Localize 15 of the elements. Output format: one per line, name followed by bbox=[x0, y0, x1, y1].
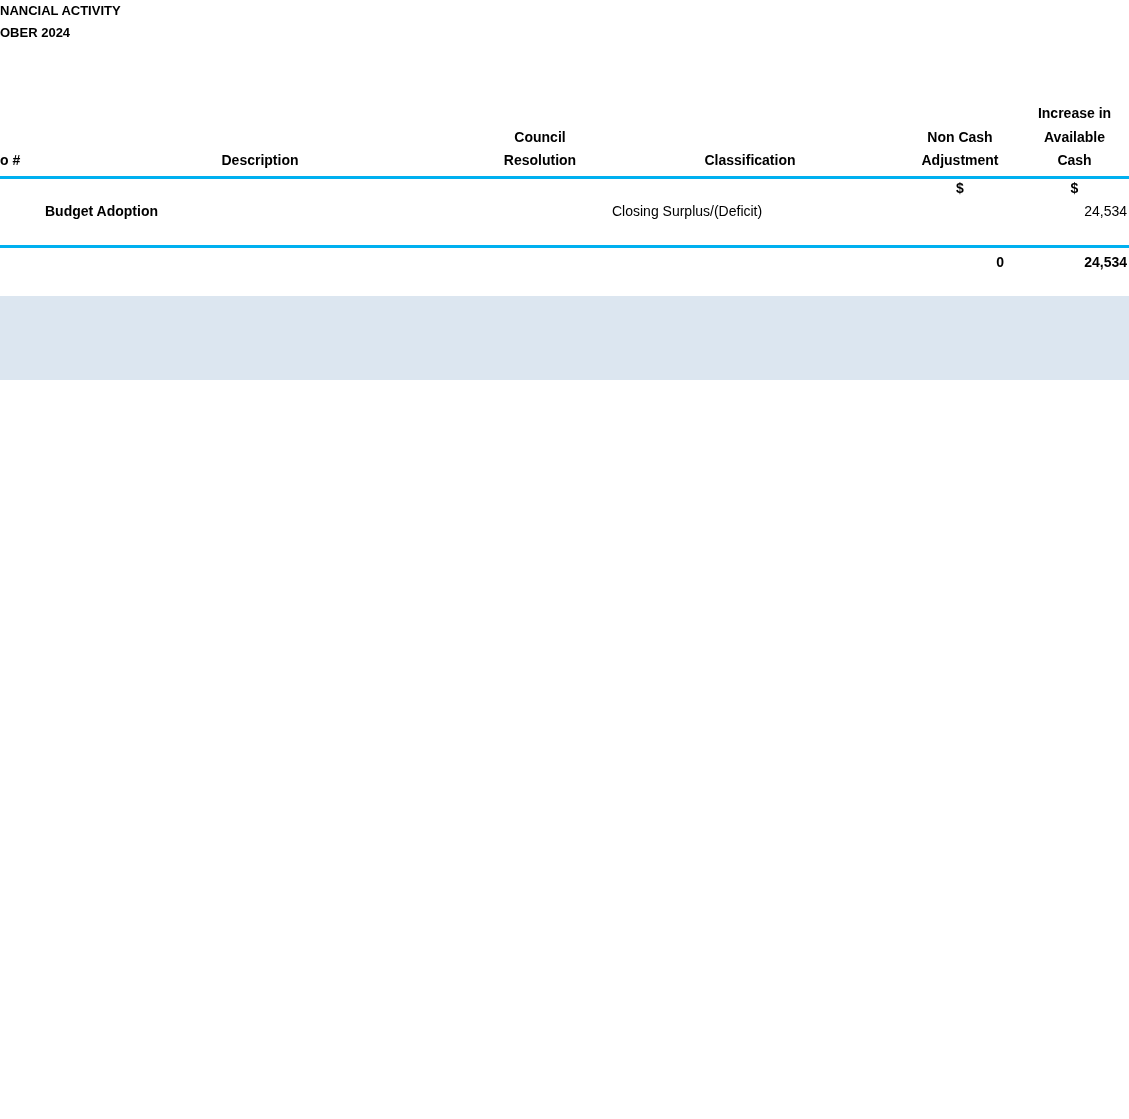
currency-unit: $ bbox=[1069, 178, 1080, 197]
column-header: Non Cash Adjustment bbox=[920, 127, 1000, 170]
column-header: Description bbox=[220, 151, 300, 170]
column-header: Council Resolution bbox=[502, 127, 578, 170]
column-header: o # bbox=[0, 151, 22, 170]
table-cell: Closing Surplus/(Deficit) bbox=[612, 202, 763, 219]
total-cell: 0 bbox=[996, 253, 1004, 270]
table-cell: Budget Adoption bbox=[45, 202, 158, 219]
report-title: OBER 2024 bbox=[0, 24, 72, 42]
table-cell: 24,534 bbox=[1084, 202, 1127, 219]
column-header: Classification bbox=[703, 151, 797, 170]
currency-unit: $ bbox=[955, 178, 965, 197]
report-title: NANCIAL ACTIVITY bbox=[0, 2, 122, 20]
column-header: Increase in Available Cash bbox=[1036, 104, 1113, 170]
total-cell: 24,534 bbox=[1084, 253, 1127, 270]
